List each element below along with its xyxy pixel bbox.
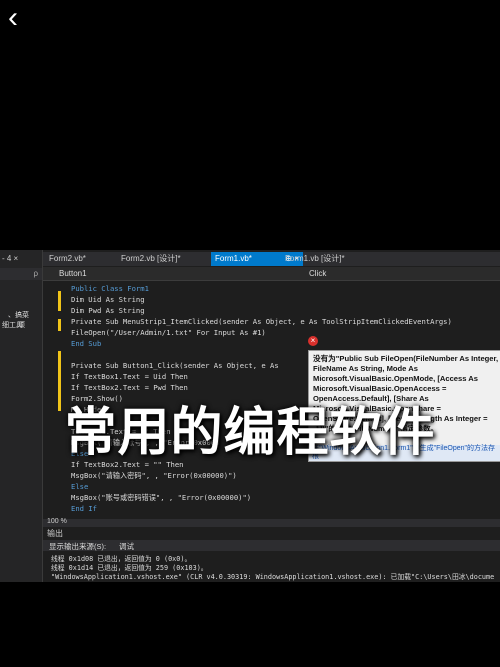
change-marker bbox=[58, 319, 61, 331]
code-line[interactable]: FileOpen("/User/Admin/1.txt" For Input A… bbox=[71, 328, 266, 337]
overlay-caption: 常用的编程软件 bbox=[64, 404, 436, 462]
code-navbar: Button1 Click bbox=[43, 267, 500, 281]
code-line[interactable]: Dim Uid As String bbox=[71, 295, 145, 304]
back-button[interactable] bbox=[8, 6, 28, 30]
output-line: "WindowsApplication1.vshost.exe" (CLR v4… bbox=[51, 573, 495, 581]
horizontal-scrollbar[interactable]: 100 % bbox=[43, 518, 500, 527]
search-icon[interactable]: ρ bbox=[0, 268, 42, 280]
tab-form1-design[interactable]: Form1.vb [设计]* bbox=[281, 252, 349, 266]
zoom-level[interactable]: 100 % bbox=[47, 518, 67, 525]
panel-controls[interactable]: - 4 × bbox=[2, 254, 18, 263]
code-line[interactable]: MsgBox("账号或密码错误", , "Error(0x00000)") bbox=[71, 493, 251, 503]
code-line[interactable]: End Sub bbox=[71, 339, 101, 348]
output-title: 输出 bbox=[47, 529, 63, 538]
code-line[interactable]: Public Class Form1 bbox=[71, 284, 149, 293]
code-line[interactable]: Private Sub Button1_Click(sender As Obje… bbox=[71, 361, 279, 370]
panel-item[interactable]: 细工具 bbox=[2, 320, 23, 330]
code-line[interactable]: End If bbox=[71, 504, 97, 513]
event-dropdown[interactable]: Click bbox=[309, 267, 326, 280]
code-line[interactable]: Else bbox=[71, 482, 88, 491]
change-marker bbox=[58, 291, 61, 311]
code-line[interactable]: Dim Pwd As String bbox=[71, 306, 145, 315]
ide-screenshot: - 4 × ρ 、搞菜 项 细工具 Form2.vb* Form2.vb [设计… bbox=[0, 250, 500, 582]
output-source-select[interactable]: 调试 bbox=[119, 541, 134, 552]
output-panel: 输出 显示输出来源(S): 调试 线程 0x1d08 已退出，返回值为 0 (0… bbox=[43, 528, 500, 582]
output-toolbar: 显示输出来源(S): 调试 bbox=[43, 540, 500, 551]
tab-strip: Form2.vb* Form2.vb [设计]* Form1.vb* ⊕ × F… bbox=[43, 252, 500, 266]
panel-item[interactable]: 、搞菜 bbox=[8, 310, 29, 320]
tab-form2-design[interactable]: Form2.vb [设计]* bbox=[117, 252, 185, 266]
error-icon[interactable]: × bbox=[308, 336, 318, 346]
output-source-label: 显示输出来源(S): bbox=[49, 542, 107, 551]
tab-form2-vb[interactable]: Form2.vb* bbox=[45, 252, 90, 266]
code-line[interactable]: MsgBox("请输入密码", , "Error(0x00000)") bbox=[71, 471, 237, 481]
code-line[interactable]: If TextBox1.Text = Uid Then bbox=[71, 372, 188, 381]
object-dropdown[interactable]: Button1 bbox=[59, 267, 87, 280]
code-line[interactable]: Private Sub MenuStrip1_ItemClicked(sende… bbox=[71, 317, 452, 326]
